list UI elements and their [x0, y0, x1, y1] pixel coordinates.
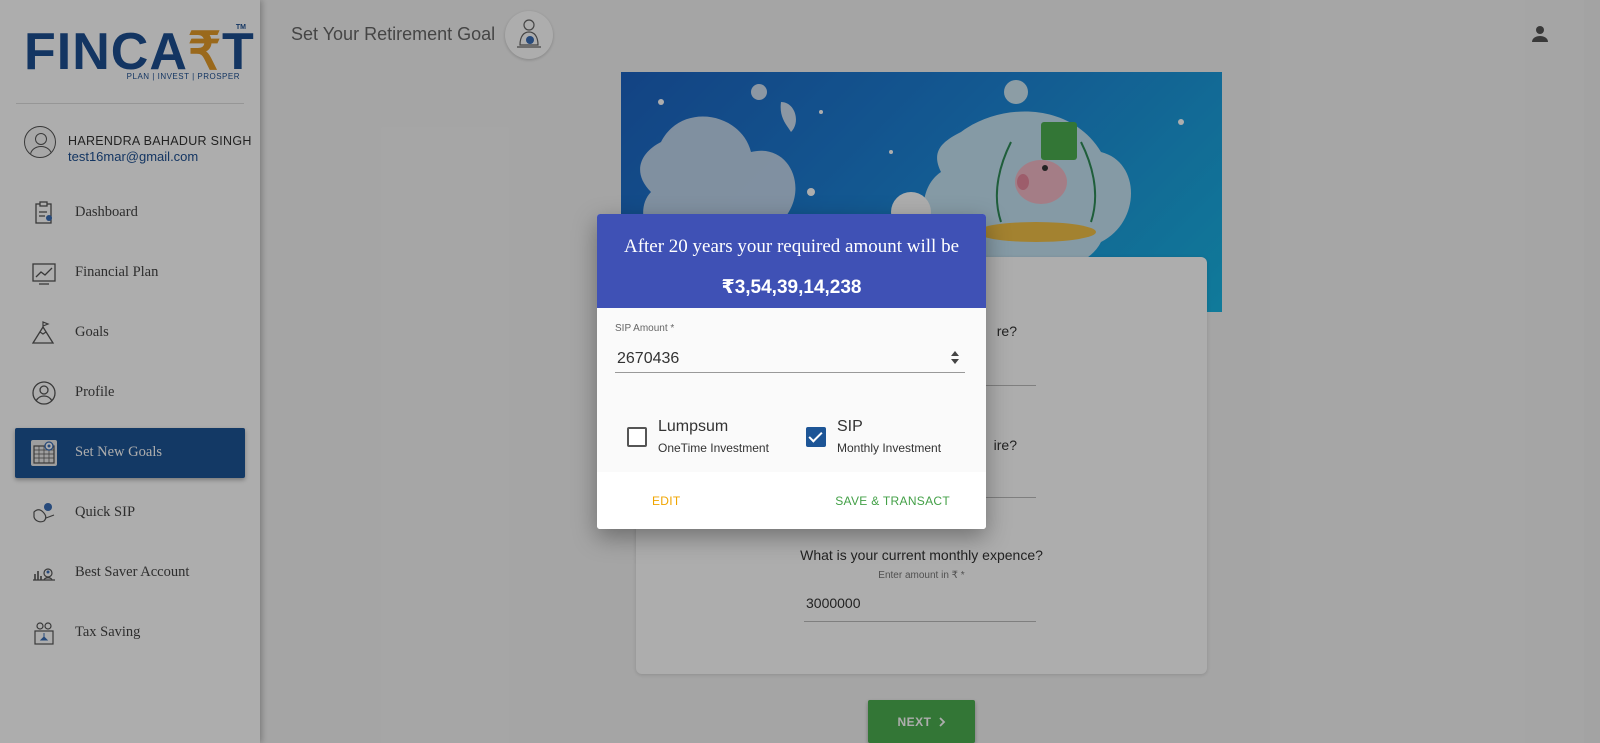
save-and-transact-button[interactable]: SAVE & TRANSACT — [835, 494, 950, 508]
dialog-header: After 20 years your required amount will… — [597, 214, 986, 308]
sip-option-sublabel: Monthly Investment — [837, 441, 942, 455]
sip-checkbox[interactable] — [806, 427, 826, 447]
number-spinner-icon[interactable] — [950, 350, 960, 366]
dialog-actions: EDIT SAVE & TRANSACT — [597, 472, 986, 529]
sip-result-dialog: After 20 years your required amount will… — [597, 214, 986, 529]
required-amount: ₹3,54,39,14,238 — [721, 277, 862, 298]
lumpsum-label: Lumpsum — [658, 418, 729, 435]
sip-amount-label: SIP Amount * — [615, 323, 675, 334]
sip-amount-input[interactable]: 2670436 — [617, 350, 679, 368]
edit-button[interactable]: EDIT — [652, 494, 681, 508]
sip-option-label: SIP — [837, 418, 863, 435]
lumpsum-checkbox[interactable] — [627, 427, 647, 447]
lumpsum-sublabel: OneTime Investment — [658, 441, 769, 455]
dialog-title: After 20 years your required amount will… — [623, 236, 960, 257]
sip-amount-underline — [615, 372, 965, 373]
